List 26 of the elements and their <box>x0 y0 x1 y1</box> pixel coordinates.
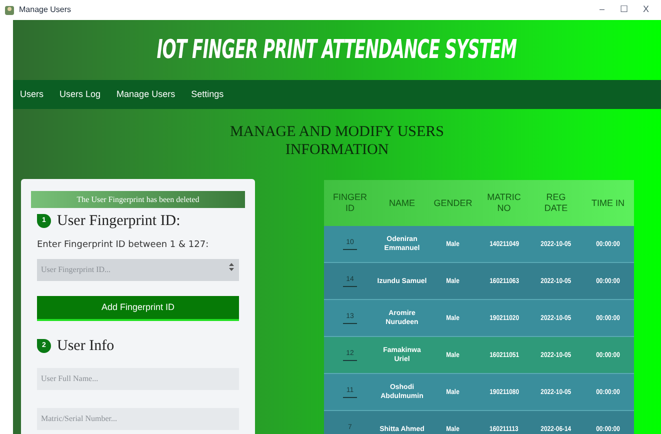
fingerprint-id-field[interactable]: User Fingerprint ID... <box>37 258 239 280</box>
nav-link[interactable]: Users Log <box>60 88 101 102</box>
nav-link[interactable]: Settings <box>191 88 224 102</box>
section-title: User Fingerprint ID: <box>57 212 180 231</box>
section-title: User Info <box>57 337 114 356</box>
full-name-field[interactable]: User Full Name... <box>37 368 239 390</box>
field-label: Enter Fingerprint ID between 1 & 127: <box>37 238 210 252</box>
column-header: GENDER <box>432 198 474 208</box>
close-button[interactable]: X <box>635 3 657 17</box>
maximize-button[interactable]: ☐ <box>613 3 635 17</box>
nav-link[interactable]: Users <box>20 88 44 102</box>
column-header: FINGER ID <box>332 192 368 214</box>
alert-banner: The User Fingerprint has been deleted <box>31 191 245 208</box>
page-heading: MANAGE AND MODIFY USERS INFORMATION <box>228 123 446 159</box>
minimize-button[interactable]: – <box>591 3 613 17</box>
column-header: REG DATE <box>543 192 569 214</box>
header-title: IOT FINGER PRINT ATTENDANCE SYSTEM <box>157 34 517 66</box>
column-header: NAME <box>388 198 416 208</box>
column-header: MATRIC NO <box>486 192 522 214</box>
add-fingerprint-button[interactable]: Add Fingerprint ID <box>37 296 239 321</box>
matric-number-field[interactable]: Matric/Serial Number... <box>37 408 239 430</box>
window-title: Manage Users <box>19 4 72 16</box>
app-icon <box>4 4 15 16</box>
column-header: TIME IN <box>590 198 626 208</box>
spinner-icon[interactable] <box>229 263 234 271</box>
nav-link[interactable]: Manage Users <box>116 88 176 102</box>
